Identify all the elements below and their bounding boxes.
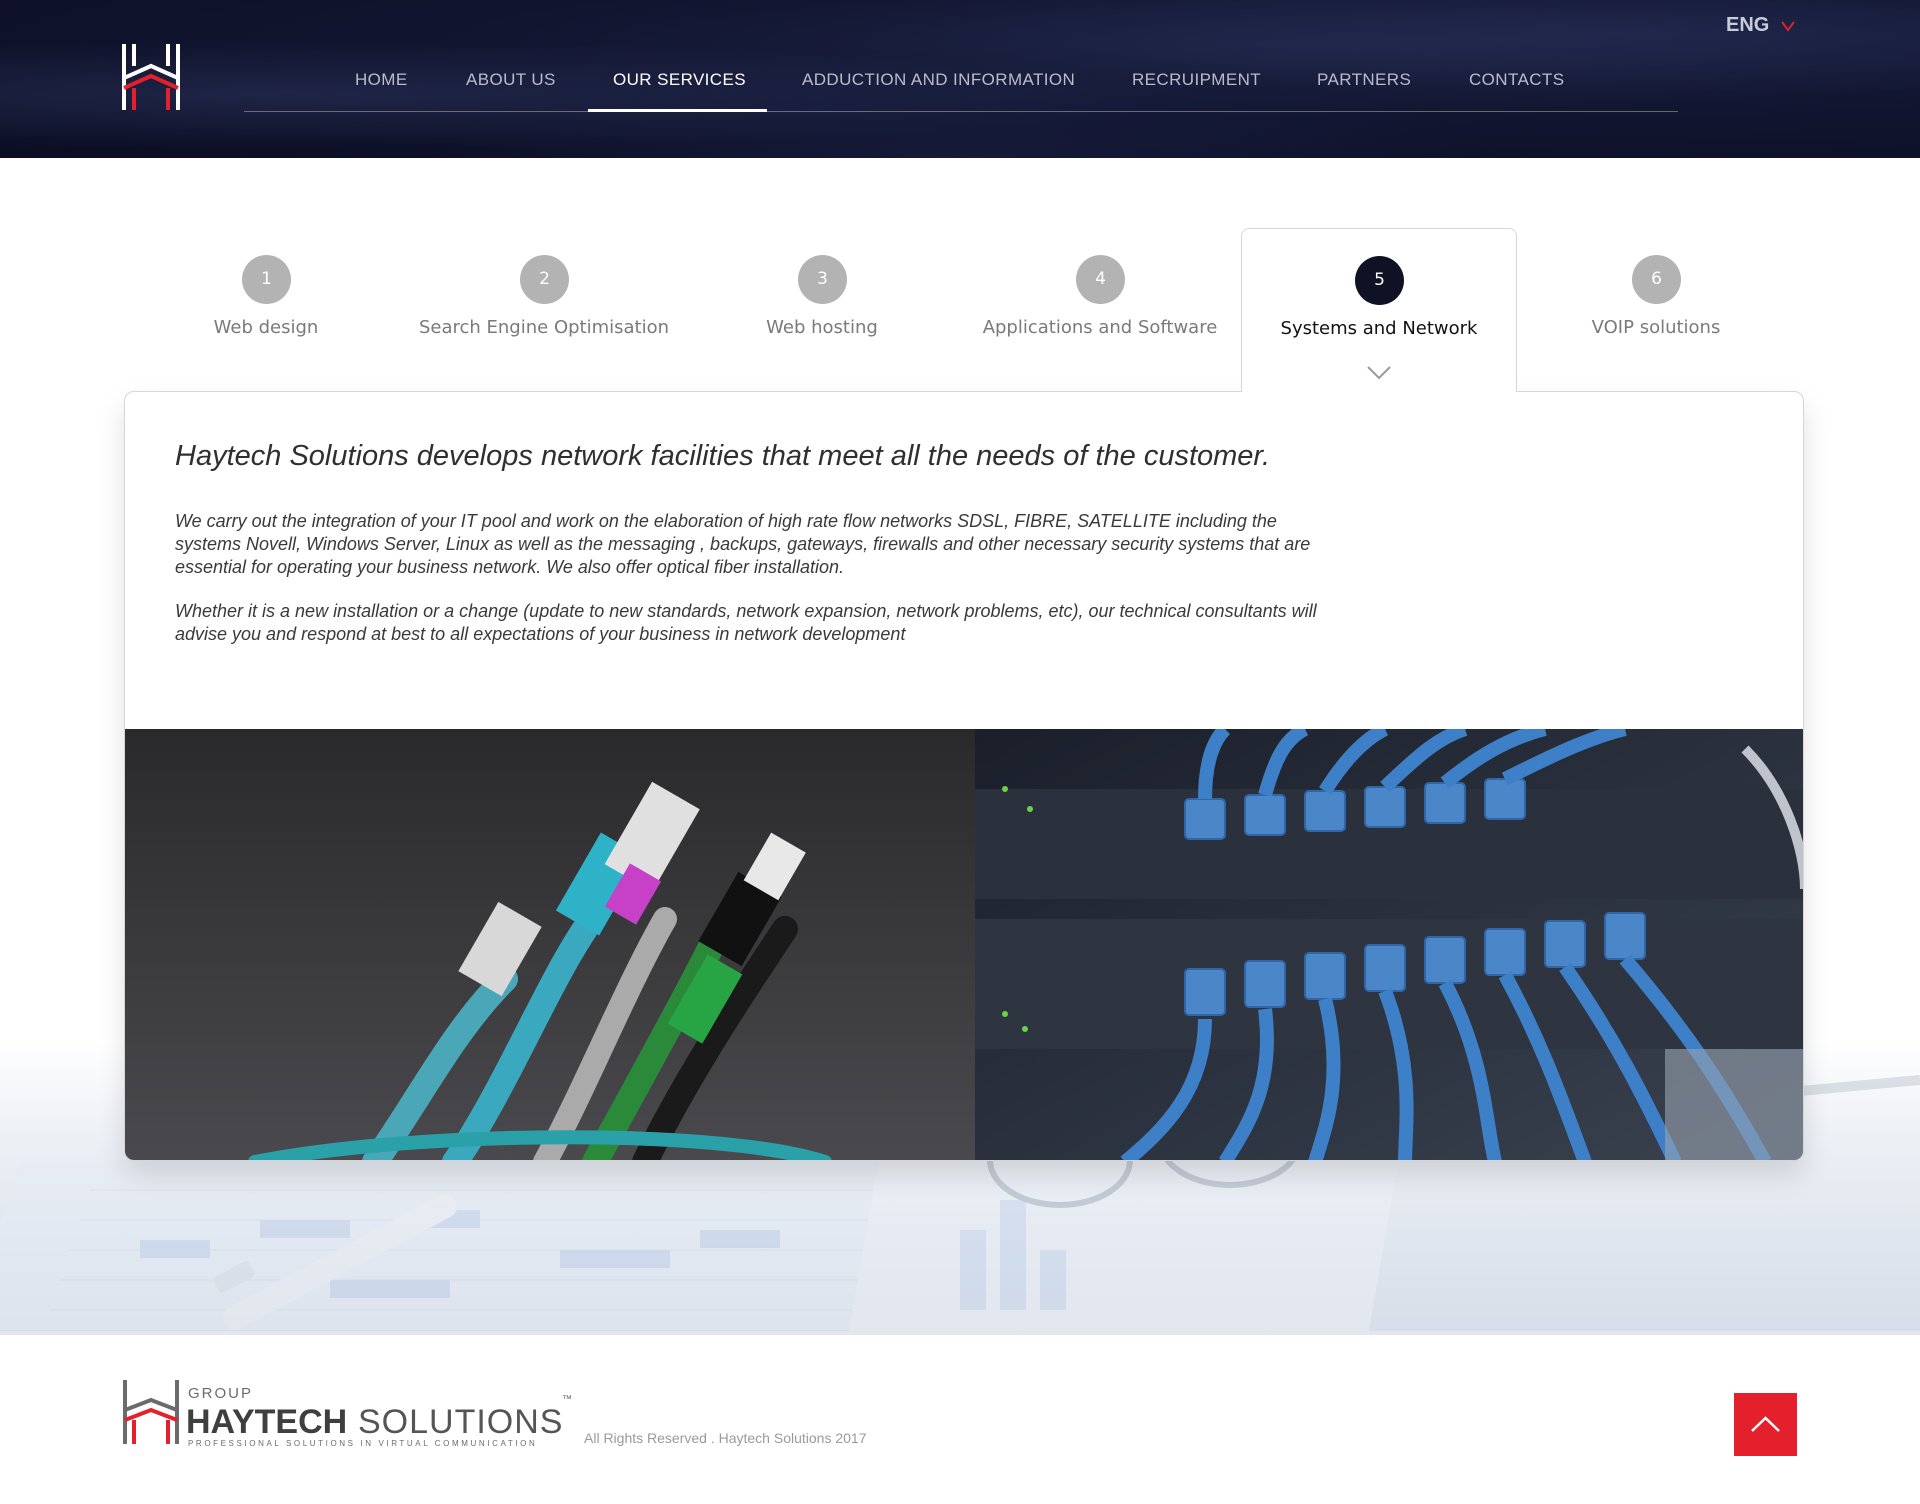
nav-partners[interactable]: PARTNERS xyxy=(1317,70,1411,90)
service-paragraph-1: We carry out the integration of your IT … xyxy=(175,511,1311,577)
chevron-up-icon xyxy=(1751,1416,1780,1432)
tab-label: Applications and Software xyxy=(982,317,1218,338)
tab-number-badge: 4 xyxy=(1076,255,1125,304)
service-content-panel: Haytech Solutions develops network facil… xyxy=(124,391,1804,1161)
service-paragraph-2: Whether it is a new installation or a ch… xyxy=(175,601,1317,644)
nav-recruipment[interactable]: RECRUIPMENT xyxy=(1132,70,1261,90)
logo-trademark: ™ xyxy=(562,1394,572,1405)
haytech-h-logo-icon[interactable] xyxy=(120,42,182,112)
tab-number-badge: 1 xyxy=(242,255,291,304)
logo-group-text: GROUP xyxy=(188,1385,253,1402)
nav-adduction-and-information[interactable]: ADDUCTION AND INFORMATION xyxy=(802,70,1075,90)
tab-number-badge: 2 xyxy=(520,255,569,304)
tab-voip-solutions[interactable]: 6 VOIP solutions xyxy=(1518,228,1794,392)
service-heading: Haytech Solutions develops network facil… xyxy=(175,440,1271,472)
tab-label: VOIP solutions xyxy=(1591,317,1721,338)
tab-systems-and-network[interactable]: 5 Systems and Network xyxy=(1241,228,1517,392)
tab-number-badge: 3 xyxy=(798,255,847,304)
tab-label: Systems and Network xyxy=(1280,318,1478,339)
logo-solutions-text: SOLUTIONS xyxy=(358,1403,563,1441)
nav-about-us[interactable]: ABOUT US xyxy=(466,70,556,90)
tab-label: Search Engine Optimisation xyxy=(418,317,670,338)
network-cables-image xyxy=(125,729,1803,1160)
main-nav: HOME ABOUT US OUR SERVICES ADDUCTION AND… xyxy=(244,62,1678,112)
chevron-down-icon xyxy=(1367,366,1391,380)
tab-web-design[interactable]: 1 Web design xyxy=(128,228,404,392)
active-nav-underline xyxy=(588,109,767,112)
site-header: HOME ABOUT US OUR SERVICES ADDUCTION AND… xyxy=(0,0,1920,158)
language-selector[interactable]: ENG xyxy=(1726,14,1769,37)
haytech-solutions-logo[interactable]: GROUP HAYTECH SOLUTIONS ™ PROFESSIONAL S… xyxy=(122,1378,582,1450)
copyright-text: All Rights Reserved . Haytech Solutions … xyxy=(584,1430,867,1446)
back-to-top-button[interactable] xyxy=(1734,1393,1797,1456)
nav-our-services[interactable]: OUR SERVICES xyxy=(613,70,746,90)
tab-web-hosting[interactable]: 3 Web hosting xyxy=(684,228,960,392)
nav-contacts[interactable]: CONTACTS xyxy=(1469,70,1564,90)
nav-home[interactable]: HOME xyxy=(355,70,408,90)
tab-label: Web design xyxy=(213,317,319,338)
logo-tagline: PROFESSIONAL SOLUTIONS IN VIRTUAL COMMUN… xyxy=(188,1439,537,1448)
tab-number-badge: 5 xyxy=(1355,256,1404,305)
chevron-down-icon[interactable] xyxy=(1780,20,1796,32)
tab-label: Web hosting xyxy=(766,317,878,338)
logo-haytech-text: HAYTECH xyxy=(186,1403,347,1441)
tab-search-engine-optimisation[interactable]: 2 Search Engine Optimisation xyxy=(406,228,682,392)
tab-applications-and-software[interactable]: 4 Applications and Software xyxy=(962,228,1238,392)
tab-number-badge: 6 xyxy=(1632,255,1681,304)
